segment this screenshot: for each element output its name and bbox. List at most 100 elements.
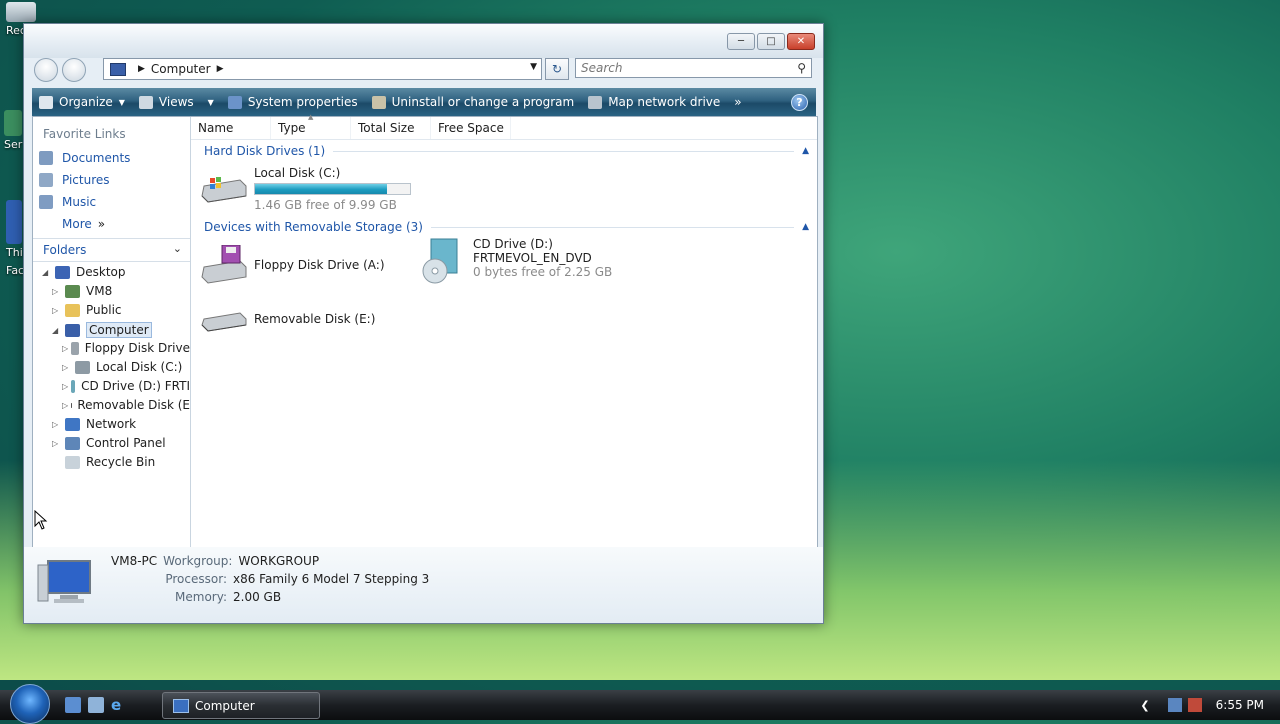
- programs-icon: [372, 96, 386, 109]
- more-commands-button[interactable]: »: [727, 95, 748, 109]
- music-icon: [39, 195, 53, 209]
- chevron-down-icon[interactable]: ⌄: [173, 242, 182, 255]
- desktop-icon-fac[interactable]: Fac: [6, 264, 24, 277]
- address-location[interactable]: Computer: [151, 62, 211, 76]
- clock[interactable]: 6:55 PM: [1216, 698, 1264, 712]
- cd-drive-icon: [71, 380, 75, 393]
- views-button[interactable]: Views ▼: [132, 95, 221, 109]
- group-divider: [333, 151, 794, 152]
- sort-arrow-icon: ▲: [308, 113, 313, 121]
- details-memory-row: Memory: 2.00 GB: [111, 590, 281, 604]
- drive-floppy-a[interactable]: Floppy Disk Drive (A:): [200, 245, 385, 285]
- group-header-removable-storage[interactable]: Devices with Removable Storage (3) ▲: [204, 220, 809, 234]
- views-label: Views: [159, 95, 194, 109]
- start-button[interactable]: [10, 684, 50, 724]
- tree-item-cd-drive[interactable]: ▷ CD Drive (D:) FRTI: [62, 379, 190, 393]
- computer-icon: [110, 63, 126, 76]
- organize-label: Organize: [59, 95, 113, 109]
- drive-cd-d[interactable]: CD Drive (D:) FRTMEVOL_EN_DVD 0 bytes fr…: [419, 237, 612, 285]
- memory-value: 2.00 GB: [233, 590, 281, 604]
- tree-item-public[interactable]: ▷ Public: [52, 303, 122, 317]
- disk-usage-bar: [254, 183, 411, 195]
- refresh-icon: ↻: [552, 62, 562, 76]
- collapsed-triangle-icon[interactable]: ▷: [62, 344, 68, 353]
- network-icon: [65, 418, 80, 431]
- search-input[interactable]: Search ⚲: [575, 58, 812, 78]
- expanded-triangle-icon[interactable]: ◢: [52, 326, 62, 335]
- tree-label: Network: [86, 417, 136, 431]
- drive-removable-e[interactable]: Removable Disk (E:): [200, 299, 375, 339]
- computer-icon: [173, 699, 189, 713]
- favorite-music[interactable]: Music: [39, 195, 96, 209]
- refresh-button[interactable]: ↻: [545, 58, 569, 80]
- title-bar[interactable]: ─ □ ✕: [24, 24, 823, 58]
- chevron-right-icon[interactable]: ▶: [138, 64, 145, 74]
- tree-item-control-panel[interactable]: ▷ Control Panel: [52, 436, 166, 450]
- network-tray-icon[interactable]: [1168, 698, 1182, 712]
- address-bar[interactable]: ▶ Computer ▶ ▼: [103, 58, 542, 80]
- drive-name: Local Disk (C:): [254, 166, 411, 180]
- taskbar-button-computer[interactable]: Computer: [162, 692, 320, 719]
- collapsed-triangle-icon[interactable]: ▷: [62, 382, 68, 391]
- organize-button[interactable]: Organize ▼: [32, 95, 132, 109]
- forward-button[interactable]: [62, 58, 86, 82]
- desktop-icon-label: Ser: [4, 138, 22, 151]
- back-button[interactable]: [34, 58, 58, 82]
- tree-item-desktop[interactable]: ◢ Desktop: [42, 265, 126, 279]
- maximize-button[interactable]: □: [757, 33, 785, 50]
- tree-item-local-disk[interactable]: ▷ Local Disk (C:): [62, 360, 190, 374]
- system-properties-button[interactable]: System properties: [221, 95, 365, 109]
- column-header-total-size[interactable]: Total Size: [351, 117, 431, 139]
- close-icon: ✕: [797, 36, 805, 47]
- collapse-group-icon[interactable]: ▲: [802, 146, 809, 156]
- group-title: Hard Disk Drives (1): [204, 144, 325, 158]
- desktop-icon-ser[interactable]: Ser: [4, 110, 22, 151]
- collapsed-triangle-icon[interactable]: ▷: [52, 287, 62, 296]
- map-network-drive-button[interactable]: Map network drive: [581, 95, 727, 109]
- uninstall-program-button[interactable]: Uninstall or change a program: [365, 95, 582, 109]
- favorite-pictures[interactable]: Pictures: [39, 173, 110, 187]
- collapsed-triangle-icon[interactable]: ▷: [52, 439, 62, 448]
- collapse-group-icon[interactable]: ▲: [802, 222, 809, 232]
- tree-item-computer[interactable]: ◢ Computer: [52, 322, 152, 338]
- drive-local-disk-c[interactable]: Local Disk (C:) 1.46 GB free of 9.99 GB: [200, 166, 411, 212]
- column-header-name[interactable]: Name: [191, 117, 271, 139]
- show-desktop-icon[interactable]: [65, 697, 81, 713]
- collapsed-triangle-icon[interactable]: ▷: [52, 420, 62, 429]
- tree-item-removable-disk[interactable]: ▷ Removable Disk (E: [62, 398, 190, 412]
- tree-item-floppy[interactable]: ▷ Floppy Disk Drive: [62, 341, 190, 355]
- tree-item-recycle-bin[interactable]: Recycle Bin: [65, 455, 155, 469]
- tree-item-network[interactable]: ▷ Network: [52, 417, 136, 431]
- switch-windows-icon[interactable]: [88, 697, 104, 713]
- expanded-triangle-icon[interactable]: ◢: [42, 268, 52, 277]
- group-header-hard-disk-drives[interactable]: Hard Disk Drives (1) ▲: [204, 144, 809, 158]
- hard-drive-icon: [200, 166, 248, 206]
- collapsed-triangle-icon[interactable]: ▷: [62, 363, 72, 372]
- volume-muted-icon[interactable]: [1188, 698, 1202, 712]
- minimize-button[interactable]: ─: [727, 33, 755, 50]
- tree-label: CD Drive (D:) FRTI: [81, 379, 190, 393]
- chevron-right-icon[interactable]: ▶: [217, 64, 224, 74]
- favorite-documents[interactable]: Documents: [39, 151, 130, 165]
- workgroup-value: WORKGROUP: [238, 554, 319, 568]
- search-icon[interactable]: ⚲: [797, 61, 806, 75]
- show-hidden-icons-icon[interactable]: ❮: [1140, 699, 1149, 712]
- favorite-more[interactable]: More »: [62, 217, 105, 231]
- collapsed-triangle-icon[interactable]: ▷: [52, 306, 62, 315]
- column-header-free-space[interactable]: Free Space: [431, 117, 511, 139]
- tree-item-vm8[interactable]: ▷ VM8: [52, 284, 112, 298]
- search-placeholder: Search: [581, 61, 623, 75]
- map-drive-label: Map network drive: [608, 95, 720, 109]
- internet-explorer-icon[interactable]: e: [111, 697, 127, 713]
- tree-label: VM8: [86, 284, 112, 298]
- views-icon: [139, 96, 153, 109]
- chevron-down-icon[interactable]: ▼: [530, 62, 537, 72]
- close-button[interactable]: ✕: [787, 33, 815, 50]
- drive-volume-label: FRTMEVOL_EN_DVD: [473, 251, 612, 265]
- workgroup-label: Workgroup:: [163, 554, 232, 568]
- collapsed-triangle-icon[interactable]: ▷: [62, 401, 68, 410]
- folders-header[interactable]: Folders ⌄: [33, 238, 190, 262]
- help-button[interactable]: ?: [791, 94, 808, 111]
- system-properties-icon: [228, 96, 242, 109]
- desktop-icon-thi[interactable]: Thi: [6, 200, 23, 259]
